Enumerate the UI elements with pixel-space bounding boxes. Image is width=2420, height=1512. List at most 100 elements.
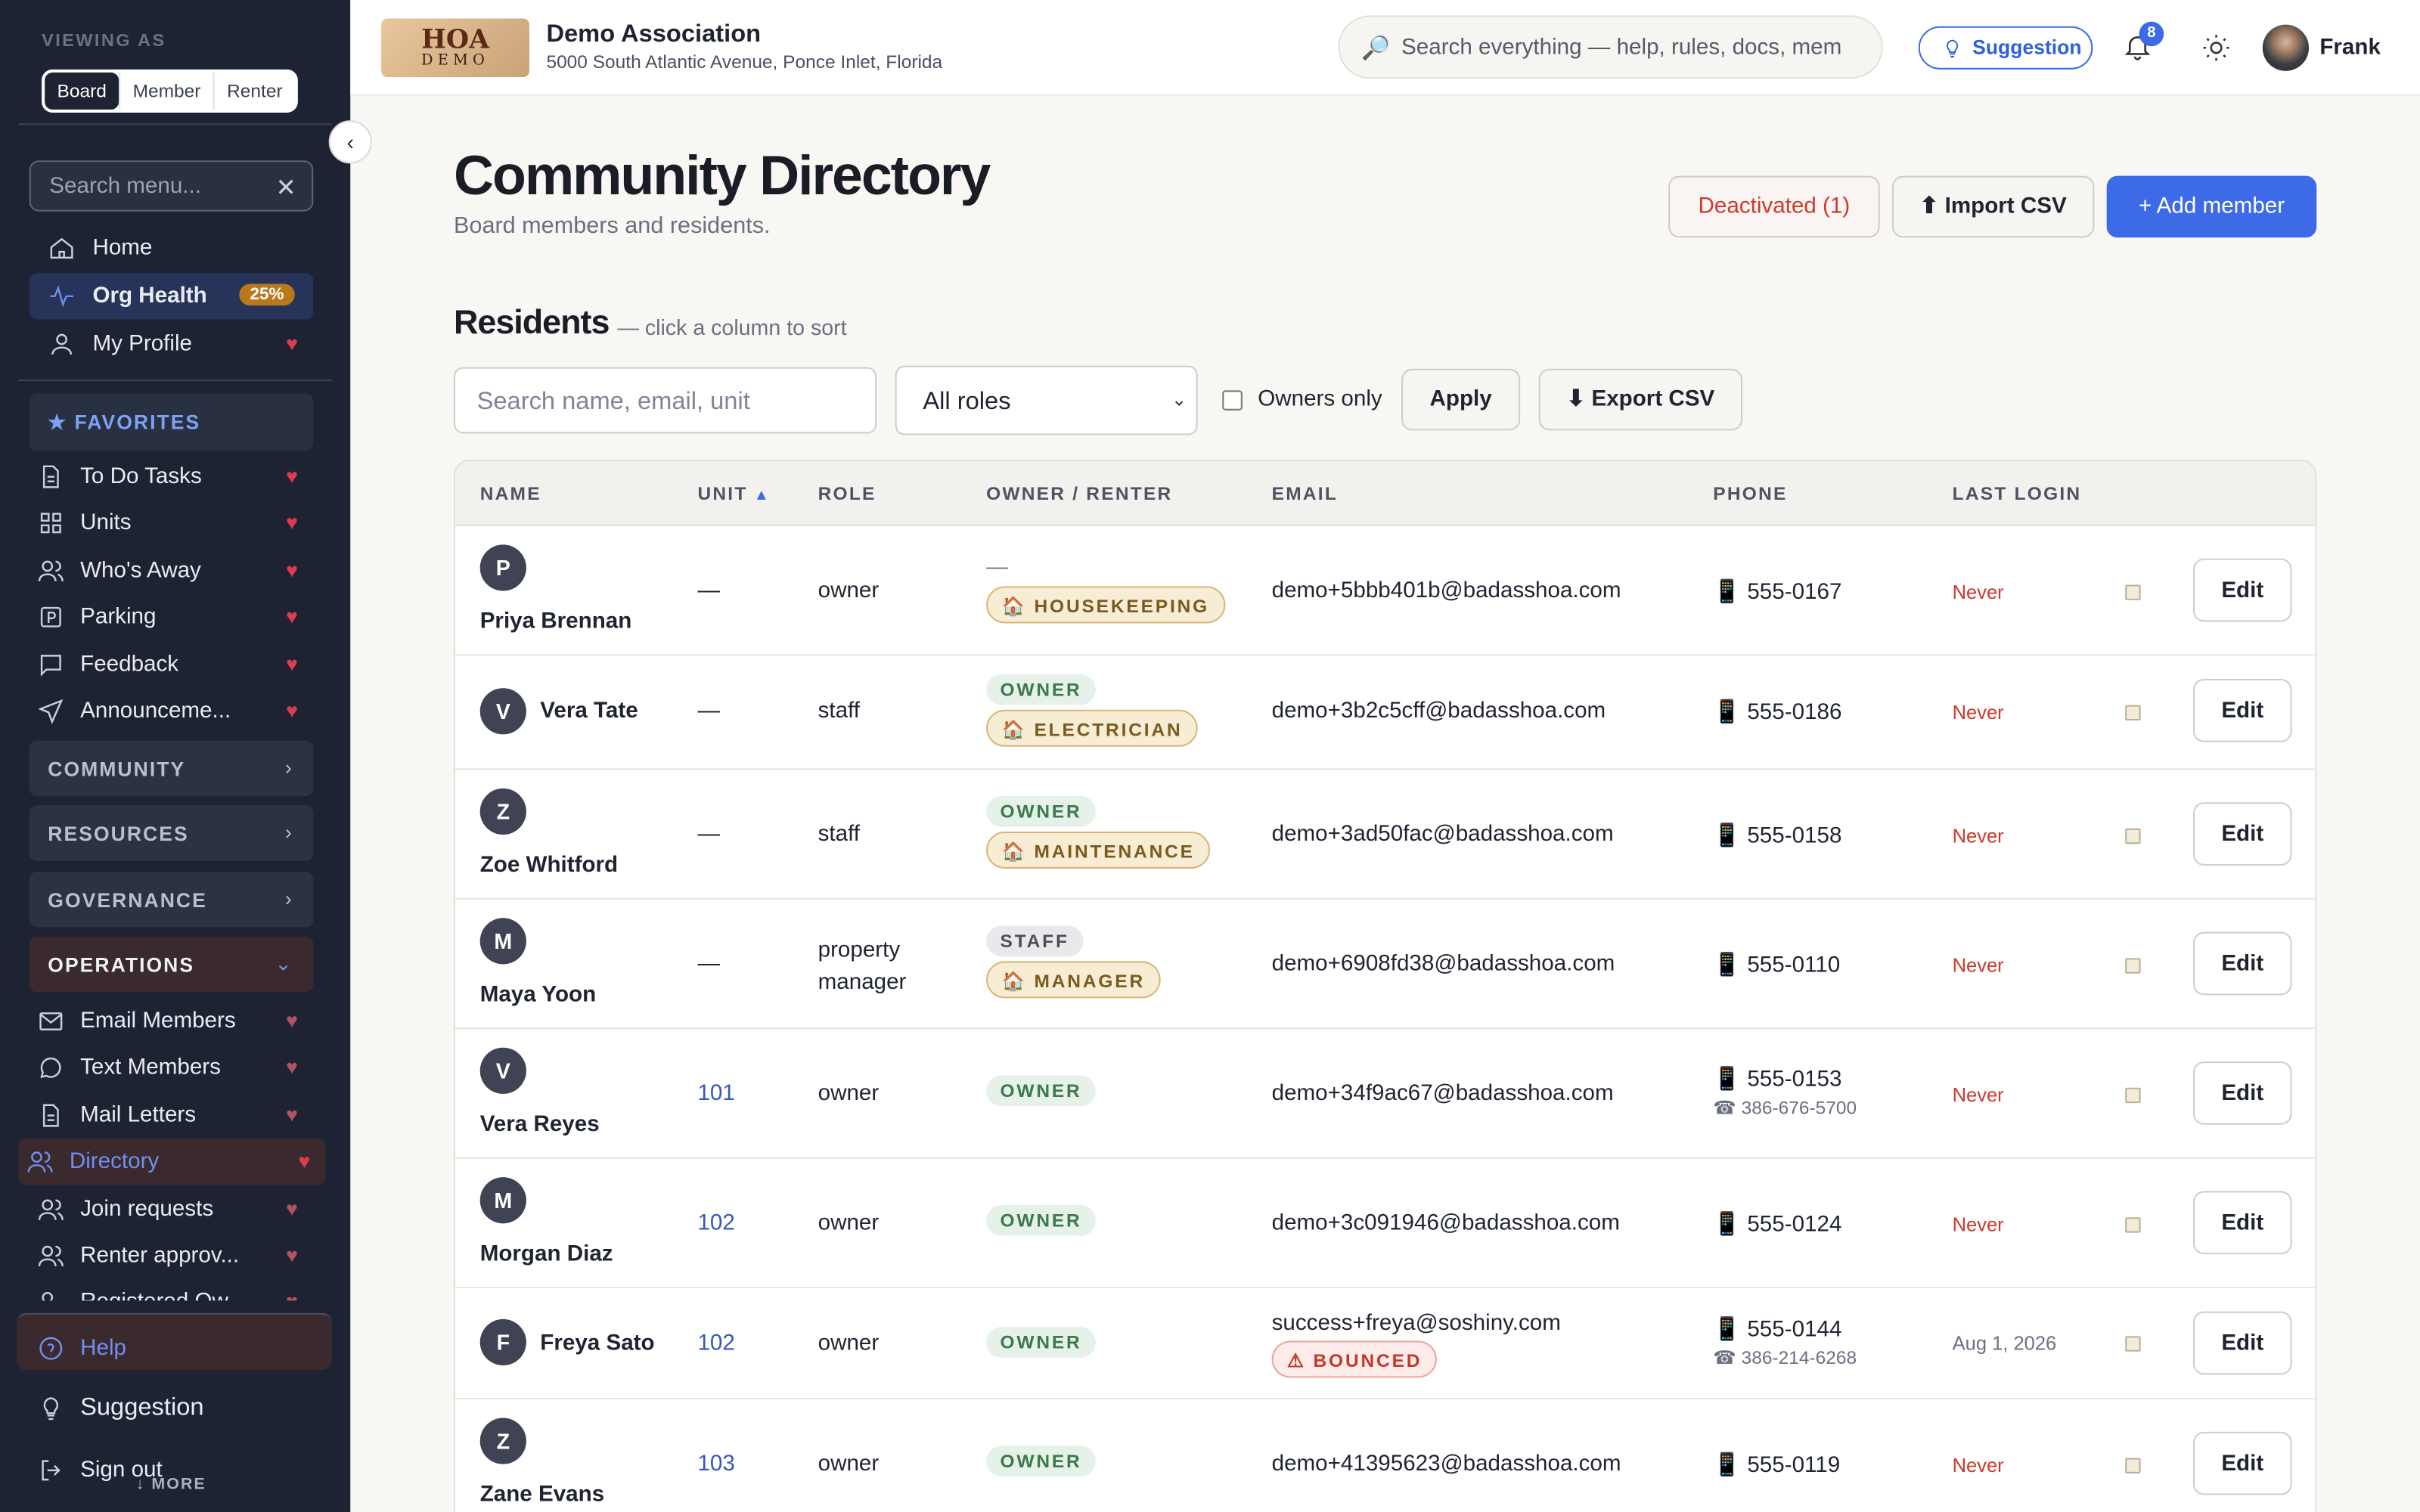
heart-icon[interactable]: ♥ [286,464,298,488]
resident-email[interactable]: demo+6908fd38@badasshoa.com [1272,952,1615,977]
avatar[interactable] [2262,24,2310,71]
sidebar-item-home[interactable]: Home [29,225,314,271]
sidebar-item-registered-owners[interactable]: Registered Ow... ♥ [29,1279,314,1301]
sidebar-item-suggestion[interactable]: Suggestion [29,1386,314,1432]
edit-button[interactable]: Edit [2192,1311,2292,1375]
heart-icon[interactable]: ♥ [298,1149,310,1173]
edit-button[interactable]: Edit [2192,931,2292,996]
calendar-icon[interactable] [2125,584,2141,600]
heart-icon[interactable]: ♥ [286,332,298,355]
role-select[interactable]: All roles ⌄ [895,365,1198,435]
resident-email[interactable]: demo+3c091946@badasshoa.com [1272,1211,1620,1236]
heart-icon[interactable]: ♥ [286,1055,298,1079]
resident-email[interactable]: demo+5bbb401b@badasshoa.com [1272,578,1621,603]
column-email[interactable]: EMAIL [1272,483,1338,505]
column-unit[interactable]: UNIT ▲ [697,483,771,505]
resident-name[interactable]: Vera Tate [540,699,638,723]
resident-name[interactable]: Maya Yoon [480,983,597,1008]
resident-name[interactable]: Freya Sato [540,1331,654,1356]
edit-button[interactable]: Edit [2192,1431,2292,1495]
group-operations[interactable]: OPERATIONS ⌄ [29,936,314,993]
resident-name[interactable]: Morgan Diaz [480,1242,613,1267]
directory-search-input[interactable]: Search name, email, unit [453,367,877,434]
heart-icon[interactable]: ♥ [286,699,298,722]
sidebar-item-whos-away[interactable]: Who's Away ♥ [29,547,314,593]
global-search-input[interactable]: 🔎 Search everything — help, rules, docs,… [1338,15,1883,79]
edit-button[interactable]: Edit [2192,1061,2292,1125]
sidebar-item-text-members[interactable]: Text Members ♥ [29,1045,314,1091]
heart-icon[interactable]: ♥ [286,511,298,534]
resident-email[interactable]: demo+41395623@badasshoa.com [1272,1452,1621,1476]
heart-icon[interactable]: ♥ [286,1009,298,1033]
edit-button[interactable]: Edit [2192,558,2292,622]
resident-unit-link[interactable]: 102 [697,1331,734,1356]
resident-email[interactable]: demo+3ad50fac@badasshoa.com [1272,823,1614,847]
sidebar-item-join-requests[interactable]: Join requests ♥ [29,1186,314,1232]
resident-name[interactable]: Zane Evans [480,1483,604,1507]
heart-icon[interactable]: ♥ [286,1198,298,1221]
resident-unit-link[interactable]: 101 [697,1082,734,1107]
calendar-icon[interactable] [2125,705,2141,721]
sidebar-item-directory[interactable]: Directory ♥ [18,1139,326,1185]
heart-icon[interactable]: ♥ [286,652,298,676]
resident-email[interactable]: success+freya@soshiny.com [1272,1312,1561,1337]
calendar-icon[interactable] [2125,828,2141,844]
hoa-logo[interactable]: HOA DEMO [381,18,529,78]
group-community[interactable]: COMMUNITY › [29,740,314,797]
column-last-login[interactable]: LAST LOGIN [1953,483,2082,505]
sidebar-item-announcements[interactable]: Announceme... ♥ [29,688,314,734]
column-phone[interactable]: PHONE [1713,483,1787,505]
calendar-icon[interactable] [2125,1087,2141,1104]
user-name[interactable]: Frank [2319,36,2381,60]
import-csv-button[interactable]: ⬆ Import CSV [1892,175,2095,238]
resident-name[interactable]: Vera Reyes [480,1112,600,1137]
apply-button[interactable]: Apply [1401,368,1521,431]
sidebar-item-mail-letters[interactable]: Mail Letters ♥ [29,1092,314,1139]
add-member-button[interactable]: + Add member [2106,175,2317,238]
sidebar-item-help[interactable]: Help [29,1325,314,1371]
heart-icon[interactable]: ♥ [286,605,298,628]
suggestion-button[interactable]: Suggestion [1918,26,2093,70]
sidebar-item-my-profile[interactable]: My Profile ♥ [29,321,314,367]
column-role[interactable]: ROLE [818,483,876,505]
edit-button[interactable]: Edit [2192,1191,2292,1255]
heart-icon[interactable]: ♥ [286,559,298,582]
view-board-button[interactable]: Board [45,72,119,110]
heart-icon[interactable]: ♥ [286,1290,298,1300]
resident-name[interactable]: Priya Brennan [480,609,632,634]
menu-search-input[interactable]: Search menu... ✕ [29,160,314,212]
sidebar-item-todo[interactable]: To Do Tasks ♥ [29,454,314,500]
export-csv-button[interactable]: ⬇ Export CSV [1538,368,1743,431]
sidebar-item-parking[interactable]: Parking ♥ [29,594,314,640]
heart-icon[interactable]: ♥ [286,1244,298,1267]
deactivated-button[interactable]: Deactivated (1) [1668,175,1880,238]
collapse-sidebar-button[interactable]: ‹ [328,120,372,164]
edit-button[interactable]: Edit [2192,802,2292,866]
column-owner-renter[interactable]: OWNER / RENTER [986,483,1172,505]
calendar-icon[interactable] [2125,1458,2141,1473]
view-renter-button[interactable]: Renter [213,72,295,110]
owners-only-label[interactable]: Owners only [1258,387,1382,412]
view-member-button[interactable]: Member [119,72,213,110]
sidebar-item-org-health[interactable]: Org Health 25% [29,273,314,320]
calendar-icon[interactable] [2125,1217,2141,1233]
resident-name[interactable]: Zoe Whitford [480,854,618,878]
sidebar-item-units[interactable]: Units ♥ [29,500,314,546]
edit-button[interactable]: Edit [2192,678,2292,742]
resident-unit-link[interactable]: 102 [697,1211,734,1236]
sidebar-item-renter-approvals[interactable]: Renter approv... ♥ [29,1233,314,1279]
calendar-icon[interactable] [2125,958,2141,974]
resident-email[interactable]: demo+34f9ac67@badasshoa.com [1272,1082,1614,1107]
owners-only-checkbox[interactable] [1222,390,1243,411]
more-indicator[interactable]: ↓ MORE [136,1475,206,1493]
group-resources[interactable]: RESOURCES › [29,805,314,861]
resident-email[interactable]: demo+3b2c5cff@badasshoa.com [1272,699,1606,723]
group-governance[interactable]: GOVERNANCE › [29,872,314,928]
column-name[interactable]: NAME [480,483,541,505]
theme-toggle-icon[interactable] [2201,33,2232,64]
heart-icon[interactable]: ♥ [286,1103,298,1126]
sidebar-item-email-members[interactable]: Email Members ♥ [29,998,314,1044]
resident-unit-link[interactable]: 103 [697,1452,734,1476]
calendar-icon[interactable] [2125,1336,2141,1352]
clear-icon[interactable]: ✕ [275,173,296,204]
